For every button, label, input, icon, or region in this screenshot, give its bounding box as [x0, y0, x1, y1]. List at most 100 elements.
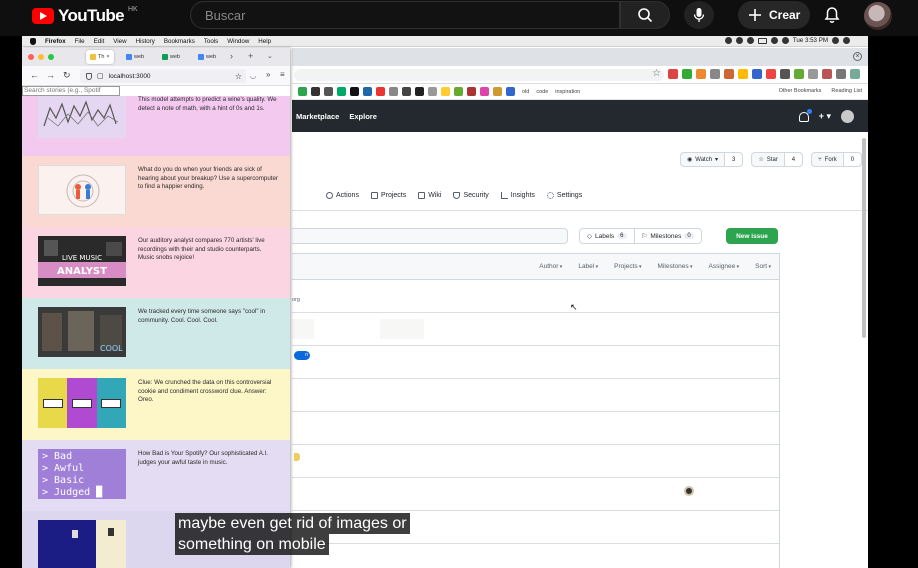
bookmark-icon[interactable] — [311, 87, 320, 96]
extension-icon[interactable] — [738, 69, 748, 79]
extension-icon[interactable] — [808, 69, 818, 79]
tracking-shield-icon[interactable] — [86, 72, 92, 80]
bookmark-star-icon[interactable]: ☆ — [235, 72, 242, 81]
extension-icon[interactable] — [710, 69, 720, 79]
menu-tools[interactable]: Tools — [204, 38, 218, 45]
tab[interactable]: web — [122, 50, 148, 64]
scrollbar[interactable] — [862, 138, 866, 338]
issues-filter-input[interactable] — [292, 228, 568, 244]
bookmark-icon[interactable] — [402, 87, 411, 96]
bookmark-folder-old[interactable]: old — [522, 89, 529, 95]
bookmark-folder-inspiration[interactable]: inspiration — [555, 89, 580, 95]
spotlight-icon[interactable] — [832, 37, 839, 44]
close-icon[interactable]: × — [853, 52, 862, 61]
menubar-clock[interactable]: Tue 3:53 PM — [793, 37, 828, 44]
bookmark-icon[interactable] — [506, 87, 515, 96]
youtube-search-button[interactable] — [620, 1, 670, 29]
issue-row[interactable]: org — [292, 280, 779, 313]
hamburger-menu-icon[interactable]: ≡ — [280, 70, 285, 79]
status-icon[interactable] — [735, 37, 743, 44]
tab[interactable]: web — [194, 50, 220, 64]
zoom-window-button[interactable] — [48, 54, 54, 60]
bookmark-icon[interactable] — [298, 87, 307, 96]
issue-label-pill[interactable]: n — [294, 351, 310, 360]
filter-projects[interactable]: Projects — [614, 263, 641, 270]
menu-view[interactable]: View — [113, 38, 126, 45]
reading-list[interactable]: Reading List — [831, 88, 862, 94]
reload-icon[interactable]: ↻ — [63, 70, 71, 81]
pocket-icon[interactable]: ◡ — [250, 72, 256, 80]
tab-actions[interactable]: Actions — [326, 192, 359, 199]
youtube-notifications-button[interactable] — [822, 5, 842, 25]
youtube-create-button[interactable]: Crear — [738, 1, 810, 29]
youtube-account-avatar[interactable] — [864, 2, 892, 30]
extension-icon[interactable] — [780, 69, 790, 79]
header-link-explore[interactable]: Explore — [349, 112, 377, 121]
close-tab-icon[interactable]: × — [106, 54, 109, 60]
bookmark-icon[interactable] — [389, 87, 398, 96]
close-window-button[interactable] — [28, 54, 34, 60]
minimize-window-button[interactable] — [38, 54, 44, 60]
bookmark-star-icon[interactable]: ☆ — [652, 68, 661, 79]
menu-bookmarks[interactable]: Bookmarks — [164, 38, 195, 45]
bookmark-icon[interactable] — [363, 87, 372, 96]
issue-row[interactable] — [292, 379, 779, 412]
menu-firefox[interactable]: Firefox — [45, 38, 66, 45]
list-tabs-chevron-icon[interactable]: ⌄ — [267, 52, 273, 60]
menu-history[interactable]: History — [136, 38, 155, 45]
issue-label-chip[interactable] — [294, 453, 300, 461]
star-button[interactable]: ☆ Star 4 — [751, 152, 804, 167]
forward-arrow-icon[interactable]: → — [46, 70, 55, 80]
story-card[interactable]: COOL We tracked every time someone says … — [22, 298, 290, 369]
issue-row[interactable]: n — [292, 346, 779, 379]
tab-wiki[interactable]: Wiki — [418, 192, 441, 199]
extension-icon[interactable] — [766, 69, 776, 79]
menu-file[interactable]: File — [75, 38, 85, 45]
bookmark-icon[interactable] — [454, 87, 463, 96]
bookmark-icon[interactable] — [337, 87, 346, 96]
bookmark-icon[interactable] — [415, 87, 424, 96]
bookmark-icon[interactable] — [324, 87, 333, 96]
bookmark-icon[interactable] — [376, 87, 385, 96]
apple-icon[interactable] — [30, 37, 36, 45]
milestones-button[interactable]: ⚐ Milestones 0 — [633, 229, 701, 243]
menu-help[interactable]: Help — [258, 38, 271, 45]
tab-projects[interactable]: Projects — [370, 192, 406, 199]
status-icon[interactable] — [724, 37, 732, 44]
extension-icon[interactable] — [794, 69, 804, 79]
bookmark-icon[interactable] — [350, 87, 359, 96]
tab-insights[interactable]: Insights — [500, 192, 535, 199]
bookmark-icon[interactable] — [480, 87, 489, 96]
volume-icon[interactable] — [781, 37, 789, 44]
status-icon[interactable] — [746, 37, 754, 44]
back-arrow-icon[interactable]: ← — [30, 70, 39, 80]
bookmark-icon[interactable] — [467, 87, 476, 96]
youtube-voice-search-button[interactable] — [684, 1, 714, 29]
bookmark-icon[interactable] — [428, 87, 437, 96]
bookmark-folder-code[interactable]: code — [536, 89, 548, 95]
tab-settings[interactable]: Settings — [546, 192, 582, 199]
filter-author[interactable]: Author — [539, 263, 562, 270]
profile-icon[interactable] — [850, 69, 860, 79]
extension-icon[interactable] — [836, 69, 846, 79]
user-avatar[interactable] — [841, 110, 854, 123]
battery-icon[interactable] — [757, 37, 767, 44]
story-card[interactable]: What do you do when your friends are sic… — [22, 156, 290, 227]
notifications-bell-icon[interactable] — [798, 108, 812, 122]
extension-icon[interactable] — [822, 69, 832, 79]
wifi-icon[interactable] — [770, 37, 778, 44]
labels-button[interactable]: ◇ Labels 6 — [580, 229, 634, 243]
youtube-logo[interactable]: YouTube HK — [32, 6, 138, 26]
overflow-chevrons-icon[interactable]: » — [266, 70, 270, 79]
fork-button[interactable]: ⑂ Fork 0 — [811, 152, 863, 167]
story-card[interactable]: This model attempts to predict a wine's … — [22, 96, 290, 156]
issue-row[interactable] — [292, 313, 779, 346]
extension-icon[interactable] — [724, 69, 734, 79]
control-center-icon[interactable] — [843, 37, 850, 44]
create-new-plus-icon[interactable]: + ▾ — [819, 111, 831, 122]
bookmark-icon[interactable] — [441, 87, 450, 96]
youtube-search-input[interactable]: Buscar — [190, 1, 620, 29]
menu-edit[interactable]: Edit — [94, 38, 105, 45]
chrome-address-bar[interactable] — [294, 69, 664, 81]
assignee-avatar[interactable] — [684, 486, 694, 496]
